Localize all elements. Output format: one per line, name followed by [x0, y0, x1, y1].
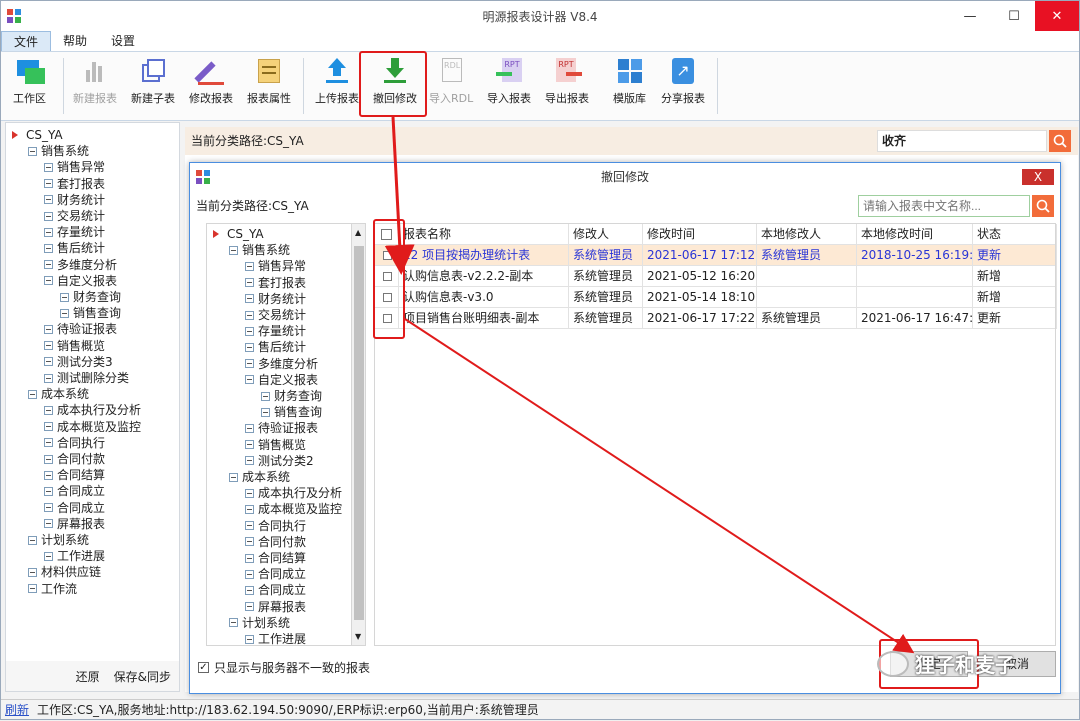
wechat-icon [877, 650, 909, 677]
arrow-to-checkboxes [384, 116, 415, 275]
arrow-to-ok [404, 318, 915, 654]
watermark: 狸子和麦子 [877, 649, 1015, 678]
app-window: 明源报表设计器 V8.4 — ☐ ✕ 文件 帮助 设置 工作区 新建报表 新建子… [0, 0, 1080, 720]
annotation-arrows [384, 116, 915, 654]
